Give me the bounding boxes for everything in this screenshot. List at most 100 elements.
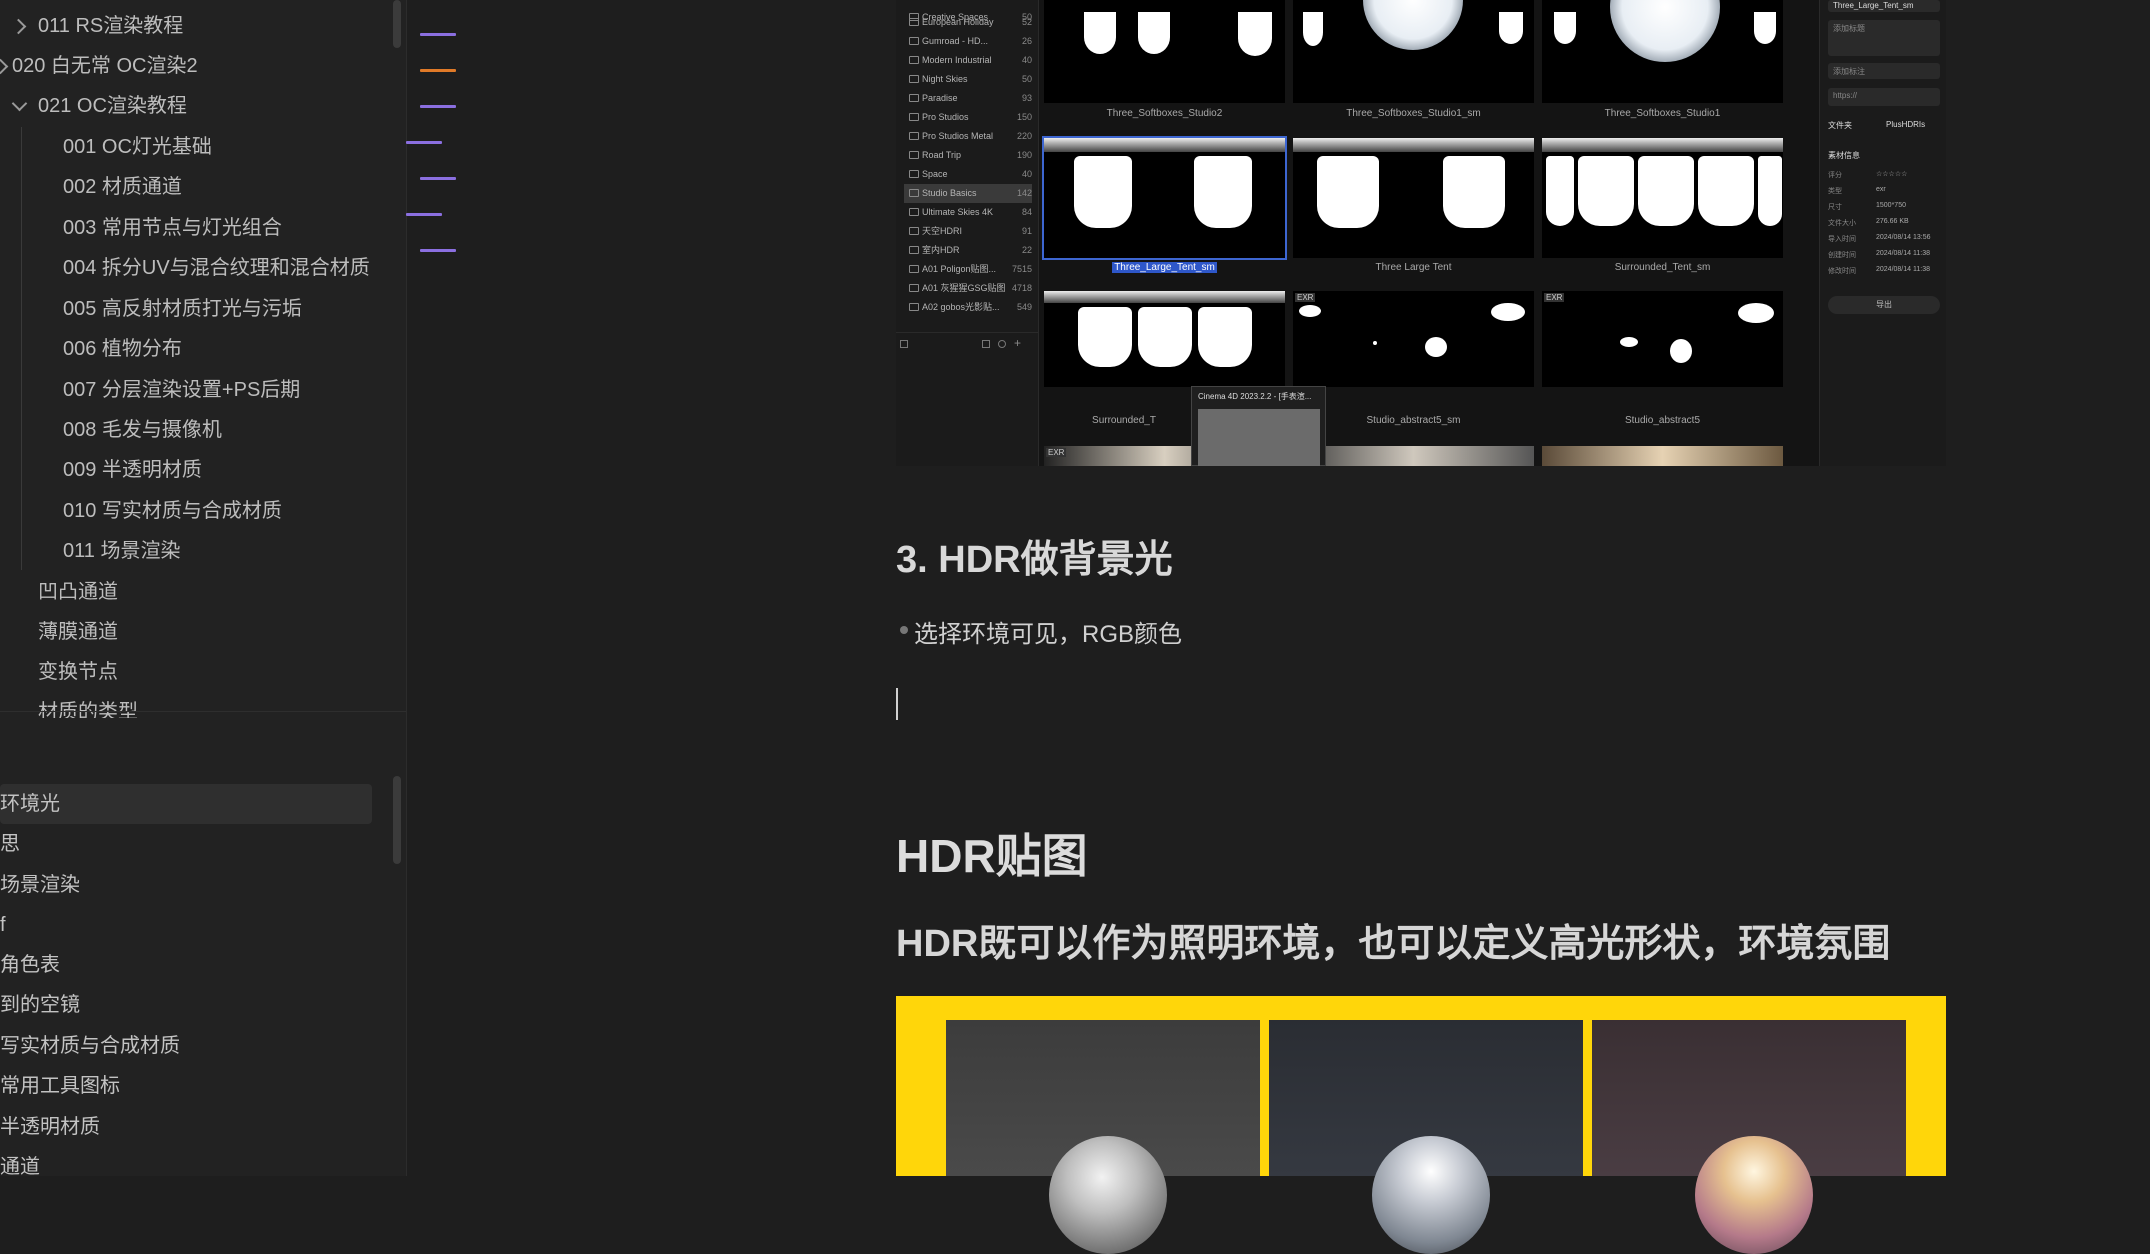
thumbnail[interactable]: EXR: [1542, 291, 1783, 387]
plus-icon: +: [1014, 336, 1022, 350]
thumbnail[interactable]: [1044, 0, 1285, 103]
minimap-mark[interactable]: [420, 69, 456, 72]
thumbnail[interactable]: [1293, 446, 1534, 466]
tree-item[interactable]: 010 写实材质与合成材质: [63, 491, 282, 531]
tent-panel: [1078, 307, 1132, 367]
folder-row[interactable]: 室内HDR 22: [904, 241, 1032, 260]
chevron-right-icon[interactable]: [10, 18, 27, 35]
info-tag-field[interactable]: 添加标注: [1828, 63, 1940, 79]
folder-row[interactable]: Gumroad - HD... 26: [904, 32, 1032, 51]
taskbar-preview-popup[interactable]: Cinema 4D 2023.2.2 - [手表渲...: [1191, 386, 1326, 466]
thumbnail[interactable]: EXR: [1044, 291, 1285, 387]
folder-row[interactable]: Road Trip 190: [904, 146, 1032, 165]
folder-row[interactable]: European Holiday 52: [904, 13, 1032, 32]
folder-icon: [909, 56, 919, 64]
minimap-mark[interactable]: [406, 213, 442, 216]
thumbnail-caption-selected: Three_Large_Tent_sm: [1044, 262, 1285, 273]
tree-item[interactable]: 凹凸通道: [38, 572, 118, 612]
tent-panel: [1546, 156, 1574, 226]
embedded-screenshot[interactable]: Creative Spaces 50 European Holiday 52 Gumro…: [896, 0, 1946, 466]
search-icon: [998, 340, 1006, 348]
tree-item[interactable]: 001 OC灯光基础: [63, 127, 212, 167]
tree-folder-open[interactable]: 021 OC渲染教程: [38, 86, 187, 126]
thumbnail[interactable]: EXR: [1293, 291, 1534, 387]
chevron-right-icon[interactable]: [0, 58, 9, 75]
tree-item[interactable]: 007 分层渲染设置+PS后期: [63, 370, 300, 410]
minimap-mark[interactable]: [420, 33, 456, 36]
outline-item-active[interactable]: 环境光: [0, 784, 372, 824]
outline-item[interactable]: 角色表: [0, 945, 372, 985]
outline-scrollbar[interactable]: [393, 776, 401, 864]
tree-item[interactable]: 002 材质通道: [63, 167, 182, 207]
tree-folder[interactable]: 020 白无常 OC渲染2: [12, 46, 198, 86]
thumbnail[interactable]: EXR: [1542, 138, 1783, 258]
outline-item[interactable]: 到的空镜: [0, 985, 372, 1025]
tree-item[interactable]: 材质的类型: [38, 692, 138, 718]
document-area: Creative Spaces 50 European Holiday 52 Gumro…: [406, 0, 2150, 1254]
minimap-mark[interactable]: [420, 249, 456, 252]
folder-row[interactable]: Space 40: [904, 165, 1032, 184]
folder-row[interactable]: Paradise 93: [904, 89, 1032, 108]
tree-item[interactable]: 008 毛发与摄像机: [63, 410, 222, 450]
tent-panel: [1317, 156, 1379, 228]
folder-row[interactable]: Ultimate Skies 4K 84: [904, 203, 1032, 222]
heading-hdr-description: HDR既可以作为照明环境，也可以定义高光形状，环境氛围: [896, 923, 1891, 965]
folder-name: Pro Studios Metal: [922, 131, 994, 141]
thumbnail[interactable]: [1293, 0, 1534, 103]
folder-row[interactable]: A01 Poligon贴图... 7515: [904, 260, 1032, 279]
tree-scrollbar[interactable]: [393, 0, 401, 48]
folder-icon: [909, 303, 919, 311]
minimap-mark[interactable]: [406, 141, 442, 144]
minimap-mark[interactable]: [420, 105, 456, 108]
bullet-text: 选择环境可见，RGB颜色: [914, 621, 1183, 648]
folder-row[interactable]: Pro Studios 150: [904, 108, 1032, 127]
tree-item[interactable]: 009 半透明材质: [63, 450, 202, 490]
thumbnail[interactable]: [1542, 0, 1783, 103]
tree-item[interactable]: 011 场景渲染: [63, 531, 180, 571]
info-value: exr: [1876, 186, 1886, 193]
info-row: 文件大小 276.66 KB: [1828, 218, 1940, 228]
outline-item[interactable]: 通道: [0, 1147, 372, 1176]
outline-item[interactable]: 半透明材质: [0, 1107, 372, 1147]
folder-row[interactable]: Night Skies 50: [904, 70, 1032, 89]
tree-item[interactable]: 005 高反射材质打光与污垢: [63, 289, 302, 329]
outline-item[interactable]: f: [0, 905, 372, 945]
outline-item[interactable]: 思: [0, 824, 372, 864]
softbox-shape: [1499, 12, 1523, 44]
text-caret[interactable]: [896, 688, 898, 720]
folder-row[interactable]: 天空HDRI 91: [904, 222, 1032, 241]
thumbnail-selected[interactable]: [1042, 136, 1287, 260]
info-url-field[interactable]: https://: [1828, 88, 1940, 106]
folder-name: Night Skies: [922, 74, 968, 84]
thumbnail[interactable]: EXR: [1293, 138, 1534, 258]
tent-panel: [1578, 156, 1634, 226]
folder-row[interactable]: Pro Studios Metal 220: [904, 127, 1032, 146]
export-button[interactable]: 导出: [1828, 296, 1940, 314]
info-filename[interactable]: Three_Large_Tent_sm: [1828, 0, 1940, 12]
folder-row[interactable]: A01 灰猩猩GSG贴图 4718: [904, 279, 1032, 298]
folder-value[interactable]: PlusHDRIs: [1886, 120, 1946, 129]
folder-row[interactable]: Modern Industrial 40: [904, 51, 1032, 70]
outline-item[interactable]: 常用工具图标: [0, 1066, 372, 1106]
outline-item[interactable]: 写实材质与合成材质: [0, 1026, 372, 1066]
info-title-field[interactable]: 添加标题: [1828, 20, 1940, 56]
thumbnail[interactable]: [1542, 446, 1783, 466]
folder-count: 7515: [1011, 264, 1032, 274]
chevron-down-icon[interactable]: [11, 95, 28, 112]
minimap-mark[interactable]: [420, 177, 456, 180]
folder-count: 220: [1016, 131, 1032, 141]
tree-item[interactable]: 006 植物分布: [63, 329, 182, 369]
sidebar-divider: [0, 711, 406, 712]
tree-item[interactable]: 004 拆分UV与混合纹理和混合材质: [63, 248, 370, 288]
info-value: 1500*750: [1876, 202, 1906, 209]
tree-item[interactable]: 003 常用节点与灯光组合: [63, 208, 282, 248]
tree-folder[interactable]: 011 RS渲染教程: [38, 6, 183, 46]
tree-item[interactable]: 薄膜通道: [38, 612, 118, 652]
tent-top: [1044, 138, 1285, 152]
abstract-light: [1491, 303, 1525, 321]
folder-row[interactable]: A02 gobos光影贴... 549: [904, 298, 1032, 317]
tent-panel: [1698, 156, 1754, 226]
tree-item[interactable]: 变换节点: [38, 652, 118, 692]
folder-row[interactable]: Studio Basics 142: [904, 184, 1032, 203]
outline-item[interactable]: 场景渲染: [0, 865, 372, 905]
